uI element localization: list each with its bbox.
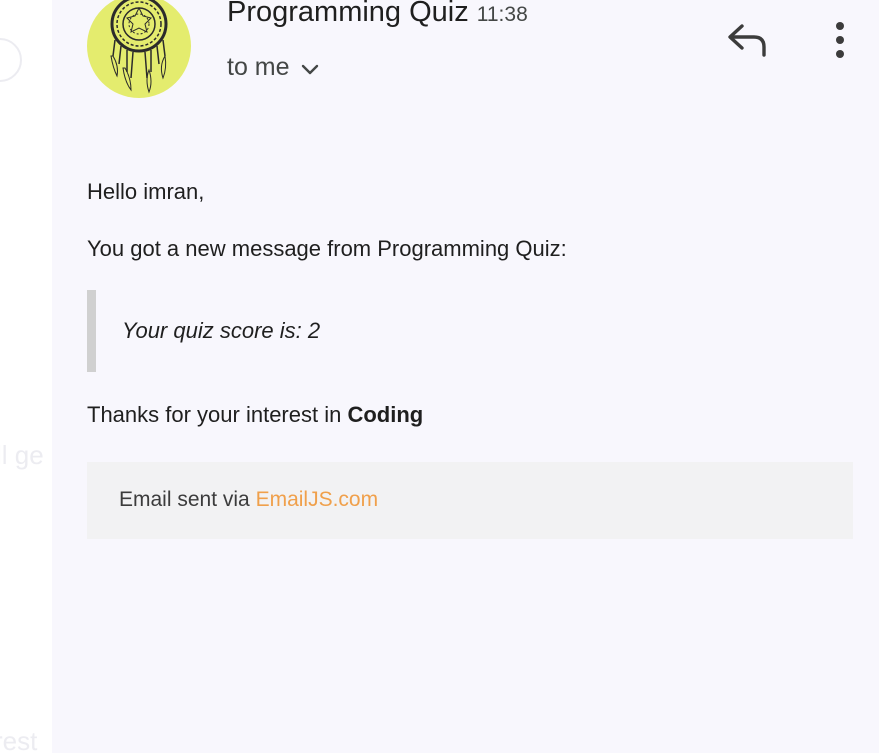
thanks-text: Thanks for your interest in <box>87 402 348 427</box>
reply-button[interactable] <box>724 18 772 62</box>
sender-name[interactable]: Programming Quiz <box>227 0 469 28</box>
email-footer: Email sent via EmailJS.com <box>87 462 853 539</box>
reply-icon <box>728 24 766 57</box>
email-thanks: Thanks for your interest in Coding <box>87 402 423 428</box>
background-text-fragment: ll ge <box>0 440 44 470</box>
email-greeting: Hello imran, <box>87 179 205 204</box>
footer-text: Email sent via <box>119 488 256 511</box>
topic-name: Coding <box>347 402 424 427</box>
quiz-score-text: Your quiz score is: 2 <box>122 318 321 343</box>
quote-block: Your quiz score is: 2 <box>87 290 487 372</box>
footer-line: Email sent via EmailJS.com <box>119 488 378 512</box>
background-page: ll ge rest <box>0 0 52 753</box>
dreamcatcher-logo-icon <box>110 0 168 94</box>
recipient-label: to me <box>227 53 290 81</box>
background-text-fragment: rest <box>0 726 38 753</box>
more-options-button[interactable] <box>822 16 858 64</box>
sender-avatar[interactable] <box>87 0 191 98</box>
emailjs-link[interactable]: EmailJS.com <box>256 488 379 511</box>
email-message-card: Programming Quiz 11:38 to me Hello imran,… <box>52 0 879 753</box>
email-intro: You got a new message from Programming Q… <box>87 236 567 261</box>
sender-header: Programming Quiz 11:38 <box>227 0 528 29</box>
message-time: 11:38 <box>476 3 528 26</box>
background-info-icon <box>0 38 22 82</box>
chevron-down-icon <box>300 55 320 84</box>
recipient-toggle[interactable]: to me <box>227 51 320 84</box>
more-vert-icon <box>836 22 844 58</box>
